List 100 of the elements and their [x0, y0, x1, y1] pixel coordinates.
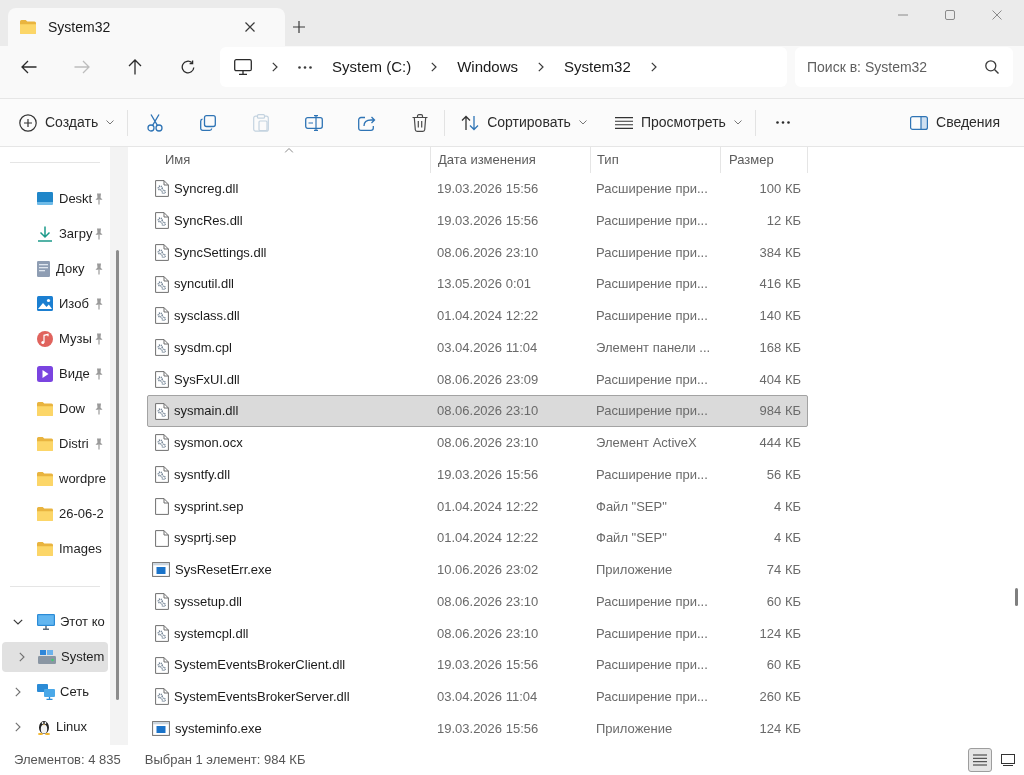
- tree-item[interactable]: System: [2, 641, 108, 672]
- tree-item[interactable]: Этот ко: [2, 606, 108, 637]
- file-size: 140 КБ: [759, 307, 801, 326]
- file-row[interactable]: systeminfo.exe 19.03.2026 15:56 Приложение 124 КБ: [147, 712, 808, 745]
- column-header[interactable]: Тип: [590, 147, 720, 173]
- file-row[interactable]: sysdm.cpl 03.04.2026 11:04 Элемент панели ... 168 КБ: [147, 331, 808, 364]
- sidebar-item[interactable]: Distri: [2, 428, 108, 459]
- file-size: 168 КБ: [759, 338, 801, 357]
- search-field[interactable]: Поиск в: System32: [795, 47, 1013, 87]
- sidebar-item[interactable]: Изоб: [2, 288, 108, 319]
- file-name: SystemEventsBrokerServer.dll: [174, 688, 350, 707]
- modified-date: 08.06.2026 23:09: [437, 370, 539, 389]
- item-count: Элементов: 4 835: [14, 751, 121, 770]
- tree-item[interactable]: Linux: [2, 711, 108, 742]
- scissors-icon: [147, 113, 164, 132]
- details-button[interactable]: Сведения: [901, 104, 1009, 141]
- file-row[interactable]: sysprint.sep 01.04.2024 12:22 Файл "SEP" 4 КБ: [147, 490, 808, 523]
- chevron-right-icon[interactable]: [272, 62, 278, 72]
- file-size: 60 КБ: [766, 592, 801, 611]
- modified-date: 08.06.2026 23:10: [437, 624, 539, 643]
- blank-file-icon: [155, 497, 169, 515]
- sidebar-item[interactable]: Виде: [2, 358, 108, 389]
- file-type: Расширение при...: [596, 465, 708, 484]
- sidebar-item[interactable]: Музы: [2, 323, 108, 354]
- gear-file-icon: [155, 243, 169, 261]
- network-icon: [37, 683, 55, 700]
- view-button[interactable]: Просмотреть: [605, 104, 751, 141]
- root-breadcrumb-button[interactable]: [234, 59, 252, 75]
- file-row[interactable]: sysmon.ocx 08.06.2026 23:10 Элемент ActiveX 444 КБ: [147, 427, 808, 459]
- file-size: 260 КБ: [759, 688, 801, 707]
- sidebar-item[interactable]: wordpre: [2, 463, 108, 494]
- column-header[interactable]: Дата изменения: [430, 147, 590, 173]
- arrow-up-icon: [128, 59, 142, 75]
- breadcrumb-item[interactable]: System (C:): [332, 55, 412, 79]
- desktop-icon: [37, 192, 53, 205]
- scrollbar-thumb[interactable]: [1015, 588, 1018, 606]
- details-view-button[interactable]: [968, 748, 992, 772]
- sort-button[interactable]: Сортировать: [452, 104, 596, 141]
- file-size: 4 КБ: [774, 497, 801, 516]
- sidebar-item[interactable]: Images: [2, 533, 108, 564]
- modified-date: 01.04.2024 12:22: [437, 307, 539, 326]
- file-type: Расширение при...: [596, 180, 708, 199]
- sidebar-item[interactable]: 26-06-2: [2, 498, 108, 529]
- sidebar-item[interactable]: Загру: [2, 218, 108, 249]
- file-type: Элемент ActiveX: [596, 434, 697, 453]
- address-bar[interactable]: System (C:) Windows System32: [220, 47, 787, 87]
- new-button[interactable]: Создать: [10, 104, 124, 141]
- tab[interactable]: System32: [8, 8, 285, 46]
- file-row[interactable]: syncutil.dll 13.05.2026 0:01 Расширение при... 416 КБ: [147, 268, 808, 300]
- file-row[interactable]: sysmain.dll 08.06.2026 23:10 Расширение при... 984 КБ: [147, 395, 808, 427]
- file-size: 404 КБ: [759, 370, 801, 389]
- file-row[interactable]: SysResetErr.exe 10.06.2026 23:02 Приложение 74 КБ: [147, 554, 808, 586]
- file-row[interactable]: SyncRes.dll 19.03.2026 15:56 Расширение при... 12 КБ: [147, 204, 808, 237]
- selection-info: Выбран 1 элемент: 984 КБ: [144, 751, 306, 770]
- chevron-right-icon[interactable]: [15, 721, 21, 732]
- modified-date: 19.03.2026 15:56: [437, 719, 539, 738]
- gear-file-icon: [155, 339, 169, 357]
- file-row[interactable]: SysFxUI.dll 08.06.2026 23:09 Расширение при... 404 КБ: [147, 363, 808, 396]
- modified-date: 01.04.2024 12:22: [437, 529, 539, 548]
- sidebar-item[interactable]: Dow: [2, 393, 108, 424]
- file-row[interactable]: SystemEventsBrokerServer.dll 03.04.2026 11:04 Расширение при... 260 КБ: [147, 681, 808, 713]
- file-row[interactable]: sysprtj.sep 01.04.2024 12:22 Файл "SEP" 4 КБ: [147, 522, 808, 554]
- sidebar-item[interactable]: Доку: [2, 253, 108, 284]
- blank-file-icon: [155, 529, 169, 547]
- file-size: 444 КБ: [759, 434, 801, 453]
- column-header[interactable]: Размер: [720, 147, 808, 173]
- chevron-down-icon[interactable]: [13, 618, 23, 625]
- sidebar-item[interactable]: Deskt: [2, 183, 108, 214]
- lines-icon: [614, 116, 633, 129]
- chevron-right-icon[interactable]: [431, 62, 438, 72]
- folder-icon: [37, 471, 53, 486]
- file-row[interactable]: SystemEventsBrokerClient.dll 19.03.2026 15:56 Расширение при... 60 КБ: [147, 649, 808, 681]
- search-input[interactable]: Поиск в: System32: [807, 52, 979, 82]
- file-size: 416 КБ: [759, 275, 801, 294]
- file-row[interactable]: Syncreg.dll 19.03.2026 15:56 Расширение при... 100 КБ: [147, 173, 808, 205]
- file-name: Syncreg.dll: [174, 180, 239, 199]
- modified-date: 19.03.2026 15:56: [437, 180, 539, 199]
- drive-icon: [38, 649, 56, 664]
- file-row[interactable]: systemcpl.dll 08.06.2026 23:10 Расширение при... 124 КБ: [147, 617, 808, 650]
- column-header[interactable]: Имя: [147, 147, 430, 173]
- textbox-icon: [305, 114, 324, 131]
- ellipsis-icon: [775, 121, 790, 124]
- chevron-right-icon[interactable]: [650, 62, 657, 72]
- file-size: 4 КБ: [774, 529, 801, 548]
- file-row[interactable]: SyncSettings.dll 08.06.2026 23:10 Расширение при... 384 КБ: [147, 236, 808, 269]
- breadcrumb-item[interactable]: Windows: [457, 55, 519, 79]
- gear-file-icon: [155, 593, 169, 611]
- file-type: Расширение при...: [596, 402, 708, 421]
- video-icon: [37, 365, 53, 382]
- file-row[interactable]: syssetup.dll 08.06.2026 23:10 Расширение при... 60 КБ: [147, 585, 808, 618]
- file-row[interactable]: sysclass.dll 01.04.2024 12:22 Расширение при... 140 КБ: [147, 300, 808, 332]
- scrollbar-thumb[interactable]: [116, 250, 119, 700]
- file-row[interactable]: sysntfy.dll 19.03.2026 15:56 Расширение при... 56 КБ: [147, 458, 808, 491]
- file-type: Расширение при...: [596, 243, 708, 262]
- tree-item[interactable]: Сеть: [2, 676, 108, 707]
- breadcrumb-item[interactable]: System32: [564, 55, 631, 79]
- file-name: sysprint.sep: [174, 497, 244, 516]
- chevron-right-icon[interactable]: [15, 686, 21, 697]
- file-size: 56 КБ: [766, 465, 801, 484]
- chevron-right-icon[interactable]: [538, 62, 545, 72]
